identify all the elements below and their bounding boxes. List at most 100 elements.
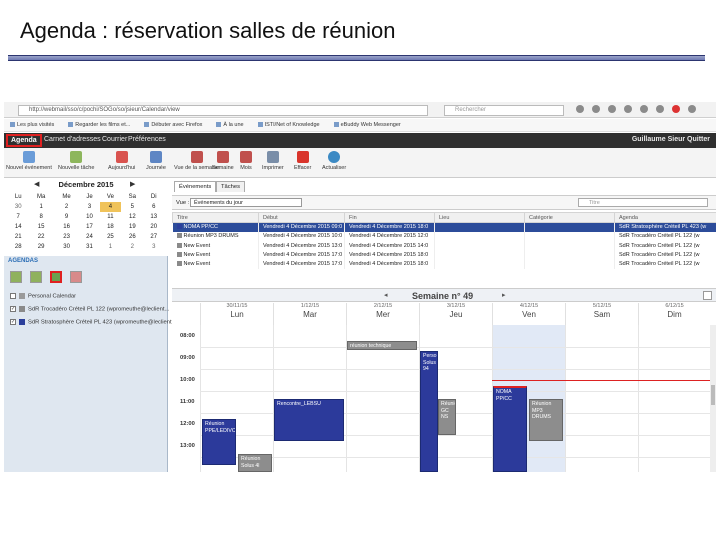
column-header-start[interactable]: Début [258,212,345,223]
day-cell[interactable]: 28 [8,242,28,252]
day-cell[interactable]: 12 [121,212,143,222]
bookmark-list-icon[interactable] [592,105,600,113]
day-cell[interactable]: 30 [8,202,28,212]
abp-icon[interactable] [672,105,680,113]
calendar-event[interactable]: Réunion PPE/LEDIVCS [202,419,236,465]
calendar-checkbox[interactable]: ✓ [10,319,16,325]
day-cell-selected[interactable]: 4 [99,202,122,212]
delete-button[interactable]: Effacer [294,151,311,171]
expand-icon[interactable] [703,291,712,300]
day-cell[interactable]: 2 [54,202,79,212]
day-cell[interactable]: 14 [8,222,28,232]
column-header-location[interactable]: Lieu [434,212,525,223]
bookmark-item[interactable]: Débuter avec Firefox [144,122,202,128]
day-cell[interactable]: 6 [144,202,164,212]
bookmark-item[interactable]: eBuddy Web Messenger [334,122,401,128]
calendar-event[interactable]: réunion technique [347,341,417,350]
bookmark-item[interactable]: Les plus visités [10,122,54,128]
day-cell[interactable]: 5 [121,202,143,212]
new-calendar-icon[interactable] [10,271,22,283]
day-header[interactable]: 2/12/15 Mer [346,303,419,325]
day-cell[interactable]: 15 [28,222,53,232]
table-row[interactable]: NOMA PP/CC Vendredi 4 Décembre 2015 09:0… [172,222,716,232]
menu-icon[interactable] [688,105,696,113]
print-button[interactable]: Imprimer [262,151,284,171]
star-icon[interactable] [576,105,584,113]
scroll-thumb[interactable] [711,385,715,405]
next-month-icon[interactable]: ▶ [130,180,135,188]
week-view-button[interactable]: Semaine [212,151,234,171]
day-cell[interactable]: 31 [79,242,99,252]
calendar-event[interactable]: Réunion Solus 4l [238,454,272,472]
refresh-button[interactable]: Actualiser [322,151,346,171]
week-scrollbar[interactable] [710,325,716,472]
url-bar[interactable]: http://webmail/sso/c/pochi/SOGo/so/jsieu… [18,105,428,116]
day-cell[interactable]: 16 [54,222,79,232]
subscribe-calendar-icon[interactable] [30,271,42,283]
day-cell[interactable]: 11 [100,212,121,222]
calendar-item-stratosphere[interactable]: ✓ SdR Stratosphère Créteil PL 423 (wprome… [10,319,176,326]
day-cell[interactable]: 25 [100,232,121,242]
day-cell[interactable]: 26 [121,232,143,242]
pocket-icon[interactable] [656,105,664,113]
calendar-checkbox[interactable]: ✓ [10,306,16,312]
calendar-event[interactable]: Perso Solus 94 [420,351,438,472]
day-header[interactable]: 1/12/15 Mar [273,303,346,325]
browser-search-input[interactable]: Rechercher [444,105,564,116]
column-header-title[interactable]: Titre [172,212,259,223]
day-cell[interactable]: 30 [54,242,79,252]
day-header[interactable]: 5/12/15 Sam [565,303,638,325]
chat-icon[interactable] [640,105,648,113]
bookmark-item[interactable]: ISTI/Net of Knowledge [258,122,320,128]
day-cell[interactable]: 1 [100,242,121,252]
today-button[interactable]: Aujourd'hui [108,151,135,171]
share-calendar-icon[interactable] [50,271,62,283]
menu-mail[interactable]: Courrier [102,136,127,143]
table-row[interactable]: New Event Vendredi 4 Décembre 2015 17:0 … [172,259,716,269]
day-cell[interactable]: 17 [79,222,99,232]
table-row[interactable]: Réunion MP3 DRUMS Vendredi 4 Décembre 20… [172,231,716,242]
calendar-event[interactable]: Rencontre_LEBSU [274,399,344,441]
column-header-end[interactable]: Fin [344,212,435,223]
day-cell[interactable]: 20 [144,222,164,232]
prev-week-icon[interactable]: ◂ [384,291,388,299]
day-header[interactable]: 6/12/15 Dim [638,303,710,325]
home-icon[interactable] [624,105,632,113]
column-header-calendar[interactable]: Agenda [614,212,716,223]
menu-address-book[interactable]: Carnet d'adresses [44,136,101,143]
table-row[interactable]: New Event Vendredi 4 Décembre 2015 17:0 … [172,250,716,260]
calendar-event[interactable]: Réunion GC NS [438,399,456,435]
table-row[interactable]: New Event Vendredi 4 Décembre 2015 13:0 … [172,241,716,251]
user-logout[interactable]: Guillaume Sieur Quitter [632,136,710,143]
menu-agenda[interactable]: Agenda [6,134,42,147]
calendar-checkbox[interactable] [10,293,16,299]
calendar-item-trocadero[interactable]: ✓ SdR Trocadéro Créteil PL 122 (wpromeuth… [10,306,169,313]
bookmark-item[interactable]: Regarder les films et... [68,122,130,128]
new-task-button[interactable]: Nouvelle tâche [58,151,94,171]
day-cell[interactable]: 21 [8,232,28,242]
day-cell[interactable]: 24 [79,232,99,242]
day-cell[interactable]: 2 [121,242,143,252]
download-icon[interactable] [608,105,616,113]
delete-calendar-icon[interactable] [70,271,82,283]
day-cell[interactable]: 13 [144,212,164,222]
day-header[interactable]: 30/11/15 Lun [200,303,273,325]
next-week-icon[interactable]: ▸ [502,291,506,299]
menu-preferences[interactable]: Préférences [128,136,166,143]
column-header-category[interactable]: Catégorie [524,212,615,223]
day-cell[interactable]: 8 [28,212,53,222]
tab-events[interactable]: Événements [174,181,217,192]
month-view-button[interactable]: Mois [240,151,252,171]
calendar-event[interactable]: NOMA PP/CC [493,386,527,472]
calendar-event[interactable]: Réunion MP3 DRUMS [529,399,563,441]
day-cell[interactable]: 27 [144,232,164,242]
bookmark-item[interactable]: À la une [216,122,243,128]
day-cell[interactable]: 18 [100,222,121,232]
day-cell[interactable]: 1 [28,202,53,212]
day-cell[interactable]: 19 [121,222,143,232]
events-search-input[interactable]: Titre [578,198,708,207]
tab-tasks[interactable]: Tâches [216,181,246,192]
view-select[interactable]: Événements du jour [190,198,302,207]
day-cell[interactable]: 3 [144,242,164,252]
day-cell[interactable]: 22 [28,232,53,242]
